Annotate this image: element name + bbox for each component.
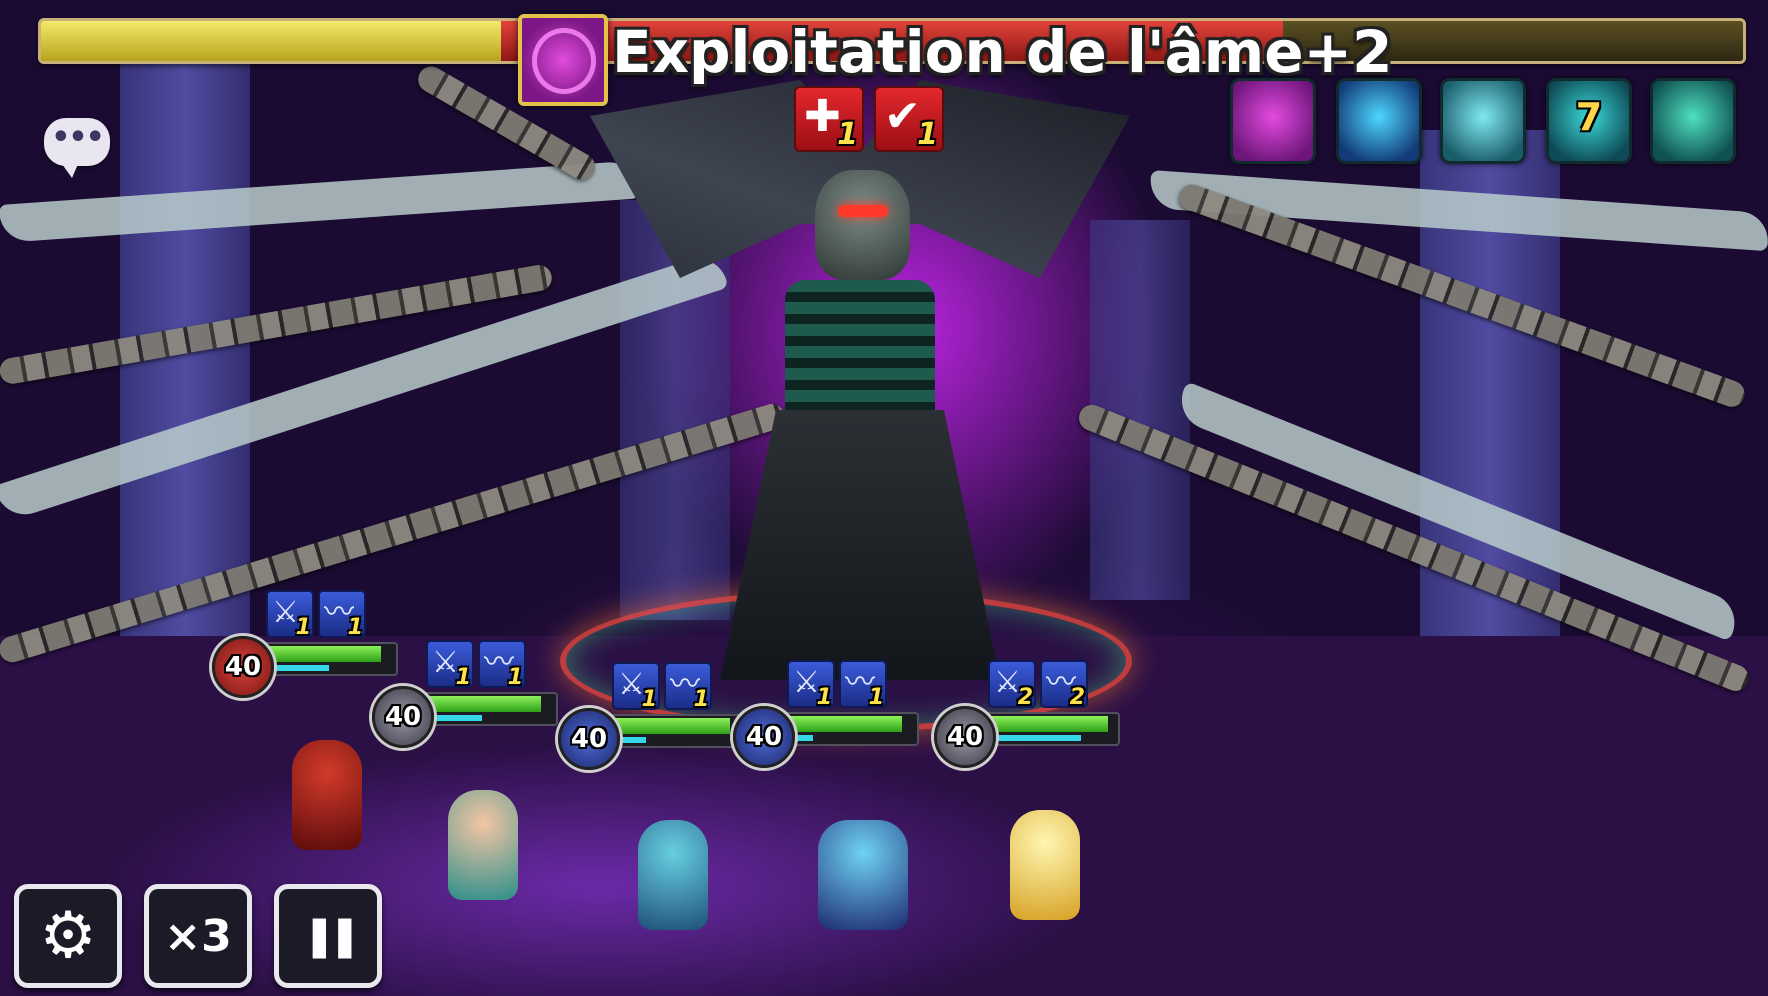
- unit-status: ⚔ 2 〰 2 40: [934, 660, 1154, 768]
- pause-button[interactable]: ❚❚: [274, 884, 382, 988]
- hero-water-mage[interactable]: [638, 820, 708, 930]
- chat-button[interactable]: •••: [44, 118, 110, 178]
- unit-level-badge: 40: [934, 706, 996, 768]
- buff-turns: 1: [641, 687, 657, 712]
- settings-button[interactable]: ⚙: [14, 884, 122, 988]
- boss-portrait[interactable]: [518, 14, 608, 106]
- spirit-figure-icon[interactable]: [1336, 78, 1422, 164]
- hero-mermaid[interactable]: [448, 790, 518, 900]
- boss-monster[interactable]: [560, 80, 1160, 680]
- boss-name: Exploitation de l'âme+2: [612, 18, 1393, 86]
- spider-emblem-icon[interactable]: [1650, 78, 1736, 164]
- pause-icon: ❚❚: [302, 913, 361, 959]
- attack-up-icon[interactable]: ⚔ 1: [426, 640, 474, 690]
- buff-list: ⚔ 1 〰 1: [426, 640, 526, 690]
- unit-status: ⚔ 1 〰 1 40: [733, 660, 953, 768]
- debuff-turns: 1: [837, 117, 858, 152]
- skill-cooldown: 7: [1575, 95, 1603, 139]
- speed-up-icon[interactable]: 〰 1: [839, 660, 887, 710]
- crypt-gate-icon[interactable]: [1440, 78, 1526, 164]
- attack-up-icon[interactable]: ⚔ 1: [266, 590, 314, 640]
- buff-turns: 2: [1069, 685, 1085, 710]
- defense-break-icon[interactable]: ✔ 1: [874, 86, 944, 152]
- attack-up-icon[interactable]: ⚔ 1: [787, 660, 835, 710]
- soul-seal-icon[interactable]: [1230, 78, 1316, 164]
- speed-label: ×3: [164, 910, 232, 962]
- soul-seal-icon: [532, 28, 596, 94]
- gear-icon: ⚙: [39, 899, 97, 973]
- buff-list: ⚔ 2 〰 2: [988, 660, 1088, 710]
- buff-list: ⚔ 1 〰 1: [787, 660, 887, 710]
- buff-turns: 1: [295, 615, 311, 640]
- speed-button[interactable]: ×3: [144, 884, 252, 988]
- buff-turns: 1: [507, 665, 523, 690]
- unit-level-badge: 40: [212, 636, 274, 698]
- speed-up-icon[interactable]: 〰 1: [478, 640, 526, 690]
- attack-up-icon[interactable]: ⚔ 1: [612, 662, 660, 712]
- buff-list: ⚔ 1 〰 1: [612, 662, 712, 712]
- spirit-ribbon: [0, 160, 640, 243]
- boss-robe: [720, 410, 1000, 680]
- buff-turns: 1: [347, 615, 363, 640]
- cooldown-rune-icon[interactable]: 7: [1546, 78, 1632, 164]
- buff-turns: 1: [868, 685, 884, 710]
- attack-up-icon[interactable]: ⚔ 2: [988, 660, 1036, 710]
- hero-sea-queen[interactable]: [818, 820, 908, 930]
- unit-level-badge: 40: [372, 686, 434, 748]
- buff-turns: 1: [455, 665, 471, 690]
- boss-skull: [815, 170, 910, 280]
- hero-light-angel[interactable]: [1010, 810, 1080, 920]
- speed-up-icon[interactable]: 〰 1: [664, 662, 712, 712]
- debuff-turns: 1: [917, 117, 938, 152]
- buff-turns: 2: [1017, 685, 1033, 710]
- unit-level-badge: 40: [558, 708, 620, 770]
- unit-level-badge: 40: [733, 706, 795, 768]
- buff-list: ⚔ 1 〰 1: [266, 590, 366, 640]
- speed-up-icon[interactable]: 〰 2: [1040, 660, 1088, 710]
- hero-fire-warrior[interactable]: [292, 740, 362, 850]
- buff-turns: 1: [816, 685, 832, 710]
- buff-turns: 1: [693, 687, 709, 712]
- boss-hp-fill: [41, 21, 501, 61]
- speed-up-icon[interactable]: 〰 1: [318, 590, 366, 640]
- heal-block-icon[interactable]: ✚ 1: [794, 86, 864, 152]
- boss-eyes: [838, 205, 888, 217]
